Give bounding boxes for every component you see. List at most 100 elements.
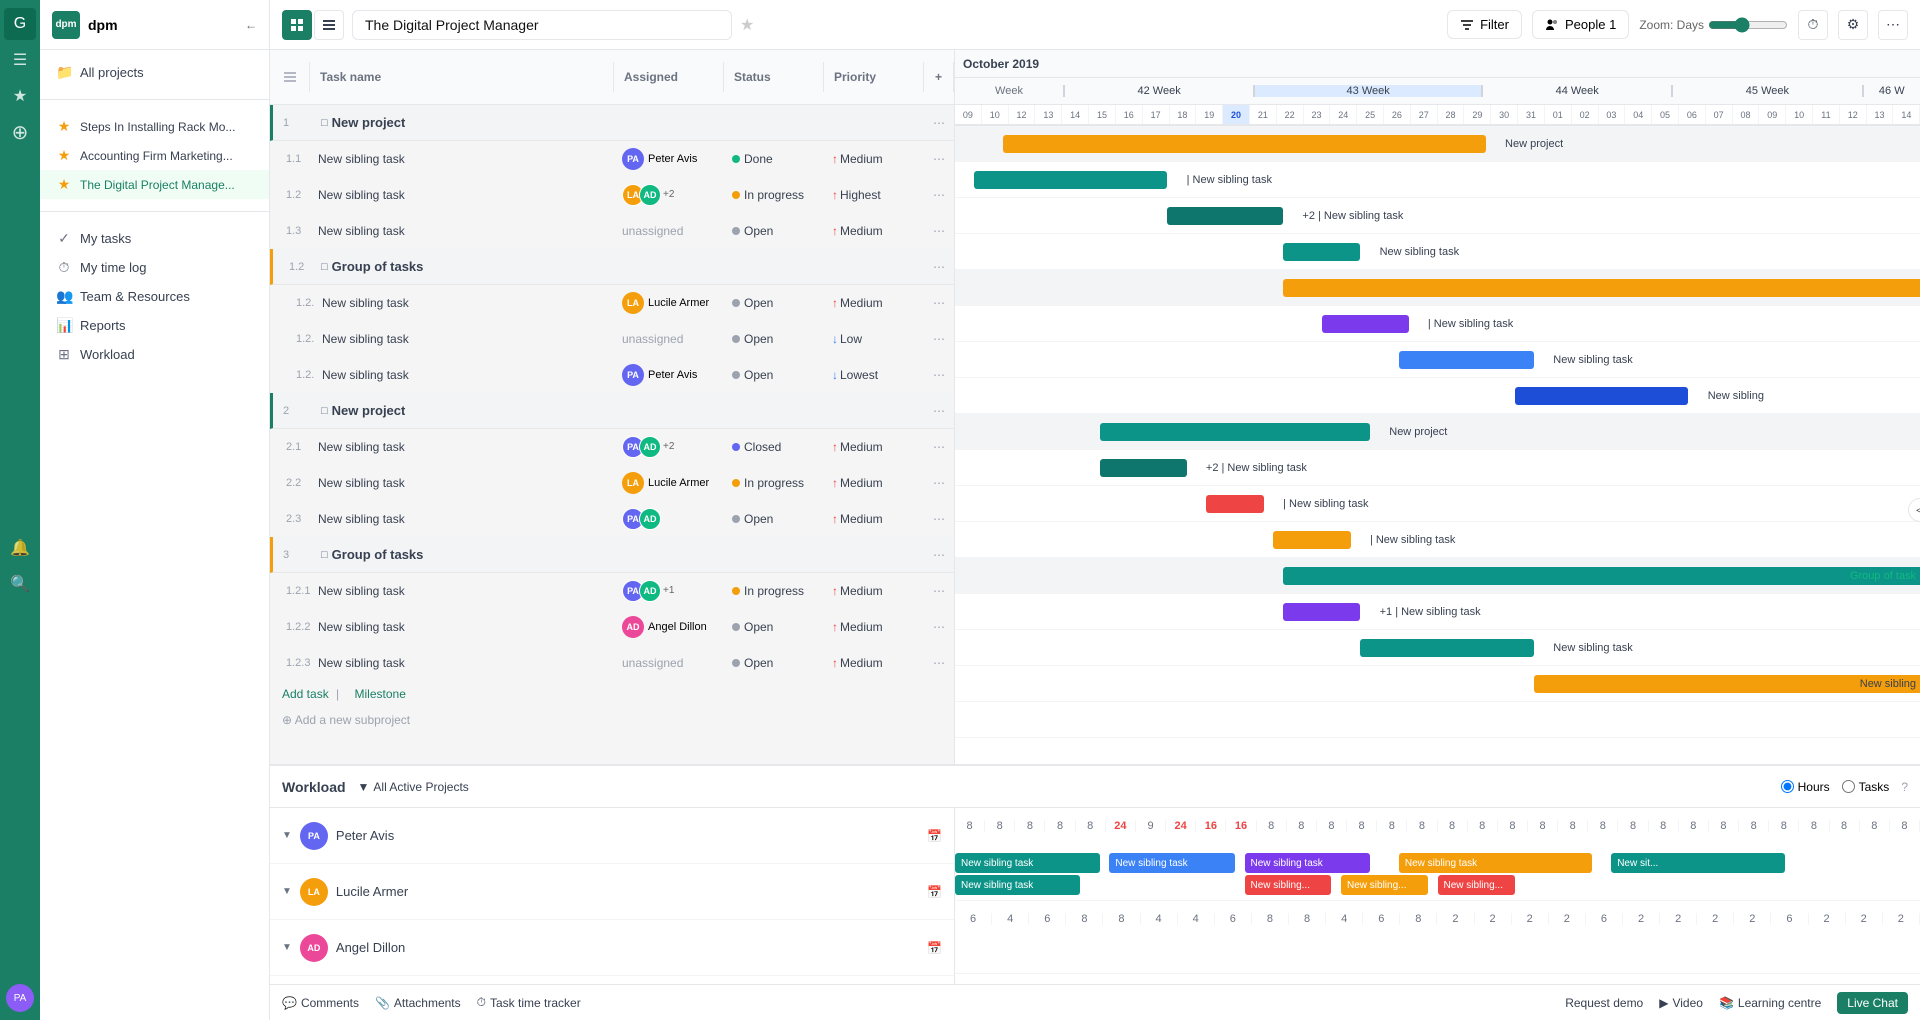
hamburger-icon[interactable]: ☰ — [4, 44, 36, 76]
row-task-name[interactable]: □ Group of tasks — [313, 255, 614, 278]
workload-task-bar[interactable]: New sibling task — [1245, 853, 1370, 873]
row-task-name[interactable]: □ New project — [313, 111, 614, 134]
help-icon[interactable]: ? — [1901, 780, 1908, 794]
nav-all-projects[interactable]: 📁 All projects — [40, 58, 269, 87]
nav-starred-1[interactable]: ★ Steps In Installing Rack Mo... — [40, 112, 269, 141]
row-task-name[interactable]: New sibling task — [310, 220, 614, 242]
row-task-name[interactable]: New sibling task — [310, 652, 614, 674]
row-actions[interactable]: ⋯ — [924, 328, 954, 350]
learning-link[interactable]: 📚 Learning centre — [1719, 996, 1821, 1010]
nav-my-time-log[interactable]: ⏱ My time log — [40, 253, 269, 282]
row-task-name[interactable]: New sibling task — [310, 148, 614, 170]
hours-radio[interactable]: Hours — [1781, 780, 1830, 794]
grid-view-button[interactable] — [282, 10, 312, 40]
nav-my-tasks[interactable]: ✓ My tasks — [40, 224, 269, 253]
row-actions[interactable]: ⋯ — [924, 292, 954, 314]
task-time-button[interactable]: ⏱ Task time tracker — [477, 995, 581, 1010]
gantt-bar[interactable] — [1283, 603, 1360, 621]
nav-starred-2[interactable]: ★ Accounting Firm Marketing... — [40, 141, 269, 170]
group-collapse-icon[interactable]: □ — [321, 261, 328, 273]
row-task-name[interactable]: New sibling task — [314, 328, 614, 350]
gantt-bar[interactable] — [1100, 459, 1187, 477]
row-task-name[interactable]: □ Group of tasks — [313, 543, 614, 566]
row-task-name[interactable]: New sibling task — [310, 184, 614, 206]
search-icon[interactable]: 🔍 — [4, 568, 36, 600]
gantt-bar[interactable] — [1206, 495, 1264, 513]
gantt-bar[interactable] — [1283, 243, 1360, 261]
row-check[interactable]: 1 — [273, 113, 313, 133]
person-expand-icon[interactable]: ▼ — [282, 830, 292, 841]
nav-workload[interactable]: ⊞ Workload — [40, 340, 269, 369]
nav-starred-3[interactable]: ★ The Digital Project Manage... — [40, 170, 269, 199]
gantt-bar[interactable] — [1167, 207, 1283, 225]
workload-task-bar[interactable]: New sibling task — [1109, 853, 1234, 873]
filter-button[interactable]: Filter — [1447, 10, 1522, 39]
bell-icon[interactable]: 🔔 — [4, 532, 36, 564]
section-collapse-icon[interactable]: □ — [321, 405, 328, 417]
row-actions[interactable]: ⋯ — [924, 544, 954, 566]
list-view-button[interactable] — [314, 10, 344, 40]
row-actions[interactable]: ⋯ — [924, 148, 954, 170]
calendar-icon[interactable]: 📅 — [927, 829, 942, 843]
row-actions[interactable]: ⋯ — [924, 256, 954, 278]
gantt-bar[interactable] — [1283, 279, 1920, 297]
row-task-name[interactable]: New sibling task — [314, 364, 614, 386]
person-expand-icon[interactable]: ▼ — [282, 886, 292, 897]
settings-button[interactable]: ⚙ — [1838, 10, 1868, 40]
gantt-bar[interactable] — [1515, 387, 1689, 405]
add-milestone-button[interactable]: Milestone — [355, 687, 406, 701]
workload-task-bar[interactable]: New sit... — [1611, 853, 1785, 873]
workload-task-bar[interactable]: New sibling... — [1341, 875, 1428, 895]
row-actions[interactable]: ⋯ — [924, 400, 954, 422]
nav-back-button[interactable]: ← — [245, 18, 257, 32]
add-col-button[interactable]: + — [924, 62, 954, 92]
live-chat-button[interactable]: Live Chat — [1837, 992, 1908, 1014]
nav-team-resources[interactable]: 👥 Team & Resources — [40, 282, 269, 311]
row-task-name[interactable]: New sibling task — [310, 472, 614, 494]
video-link[interactable]: ▶ Video — [1659, 996, 1703, 1010]
add-task-button[interactable]: Add task — [282, 687, 329, 701]
row-actions[interactable]: ⋯ — [924, 652, 954, 674]
row-actions[interactable]: ⋯ — [924, 616, 954, 638]
more-button[interactable]: ⋯ — [1878, 10, 1908, 40]
zoom-slider[interactable] — [1708, 17, 1788, 33]
workload-task-bar[interactable]: New sibling task — [1399, 853, 1592, 873]
workload-task-bar[interactable]: New sibling... — [1245, 875, 1332, 895]
tasks-radio[interactable]: Tasks — [1842, 780, 1890, 794]
people-button[interactable]: People 1 — [1532, 10, 1629, 39]
user-avatar[interactable]: PA — [6, 984, 34, 1012]
gantt-bar[interactable] — [1399, 351, 1534, 369]
row-actions[interactable]: ⋯ — [924, 580, 954, 602]
workload-task-bar[interactable]: New sibling task — [955, 853, 1100, 873]
workload-task-bar[interactable]: New sibling... — [1438, 875, 1515, 895]
group-collapse-icon[interactable]: □ — [321, 549, 328, 561]
row-actions[interactable]: ⋯ — [924, 184, 954, 206]
gantt-bar[interactable] — [1100, 423, 1370, 441]
attachments-button[interactable]: 📎 Attachments — [375, 996, 461, 1010]
row-task-name[interactable]: New sibling task — [310, 436, 614, 458]
row-task-name[interactable]: New sibling task — [310, 508, 614, 530]
workload-task-bar[interactable]: New sibling task — [955, 875, 1080, 895]
row-actions[interactable]: ⋯ — [924, 472, 954, 494]
row-task-name[interactable]: New sibling task — [310, 580, 614, 602]
nav-reports[interactable]: 📊 Reports — [40, 311, 269, 340]
add-icon[interactable]: ⊕ — [4, 116, 36, 148]
gantt-bar[interactable] — [1003, 135, 1486, 153]
section-collapse-icon[interactable]: □ — [321, 117, 328, 129]
gantt-bar[interactable] — [974, 171, 1167, 189]
calendar-icon[interactable]: 📅 — [927, 885, 942, 899]
person-expand-icon[interactable]: ▼ — [282, 942, 292, 953]
request-demo-link[interactable]: Request demo — [1565, 996, 1643, 1010]
comments-button[interactable]: 💬 Comments — [282, 996, 359, 1010]
gantt-bar[interactable] — [1283, 567, 1920, 585]
add-subproject-row[interactable]: ⊕ Add a new subproject — [270, 707, 954, 733]
row-actions[interactable]: ⋯ — [924, 112, 954, 134]
row-task-name[interactable]: New sibling task — [314, 292, 614, 314]
workload-filter-button[interactable]: ▼ All Active Projects — [358, 780, 469, 794]
row-task-name[interactable]: □ New project — [313, 399, 614, 422]
history-button[interactable]: ⏱ — [1798, 10, 1828, 40]
gantt-bar[interactable] — [1360, 639, 1534, 657]
favorite-button[interactable]: ★ — [740, 15, 754, 35]
star-icon[interactable]: ★ — [4, 80, 36, 112]
row-actions[interactable]: ⋯ — [924, 436, 954, 458]
